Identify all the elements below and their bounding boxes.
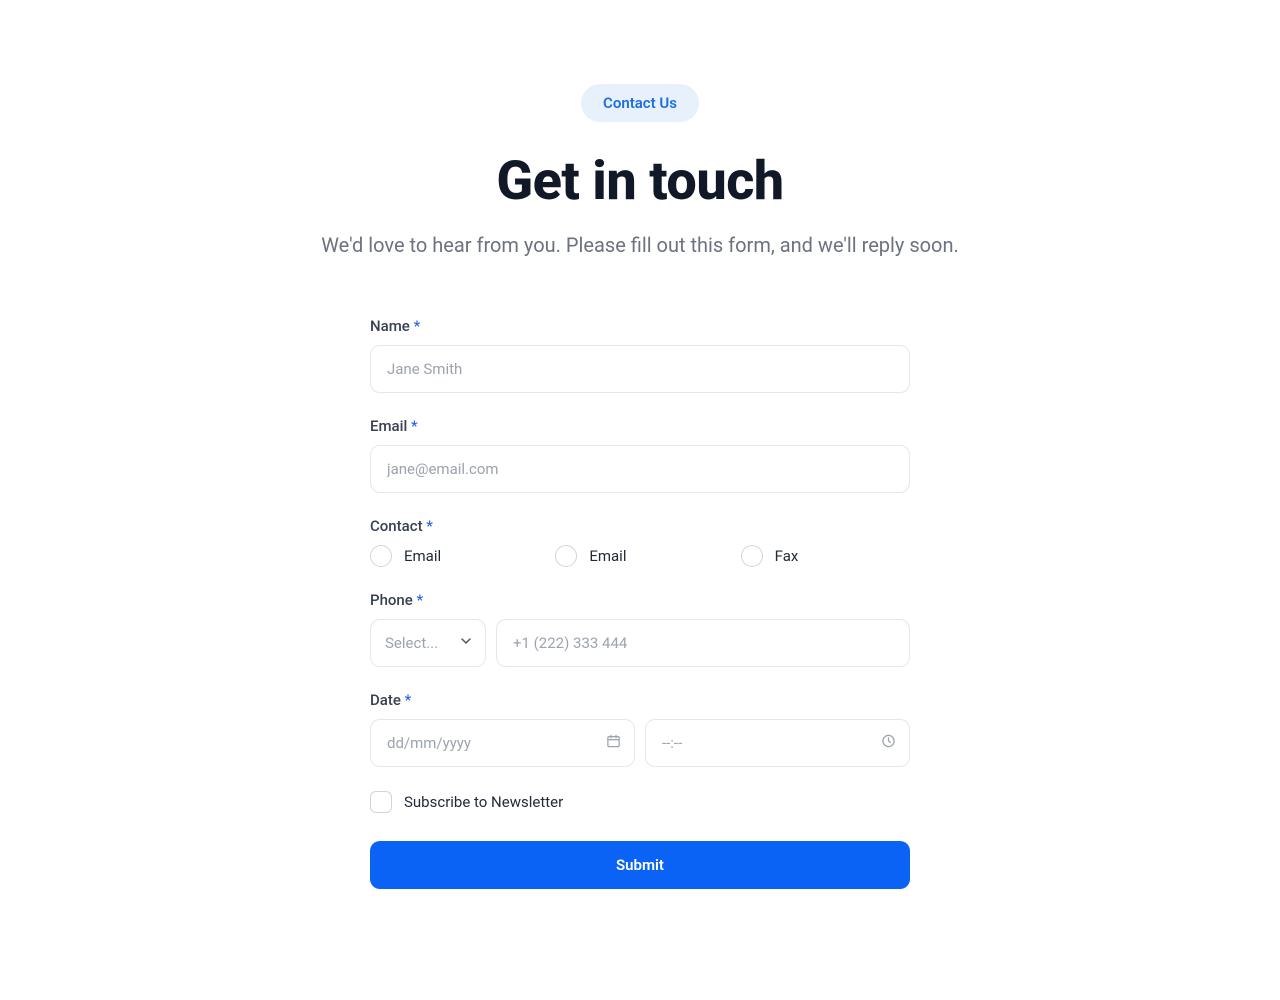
- email-label-text: Email: [370, 417, 407, 435]
- contact-option-1[interactable]: Email: [370, 545, 539, 567]
- name-label: Name *: [370, 317, 910, 335]
- name-field: Name *: [370, 317, 910, 393]
- email-input[interactable]: [370, 445, 910, 493]
- contact-form: Name * Email * Contact * Email Email: [370, 317, 910, 889]
- email-field: Email *: [370, 417, 910, 493]
- name-label-text: Name: [370, 317, 410, 335]
- newsletter-checkbox-row[interactable]: Subscribe to Newsletter: [370, 791, 910, 813]
- phone-country-select[interactable]: Select...: [370, 619, 486, 667]
- email-required: *: [411, 417, 418, 435]
- submit-button[interactable]: Submit: [370, 841, 910, 889]
- phone-required: *: [417, 591, 424, 609]
- email-label: Email *: [370, 417, 910, 435]
- name-required: *: [414, 317, 421, 335]
- page-title: Get in touch: [496, 150, 783, 213]
- time-input[interactable]: [645, 719, 910, 767]
- phone-field: Phone * Select...: [370, 591, 910, 667]
- date-input[interactable]: [370, 719, 635, 767]
- contact-option-2[interactable]: Email: [555, 545, 724, 567]
- contact-option-2-label: Email: [589, 547, 626, 565]
- date-label-text: Date: [370, 691, 401, 709]
- phone-label-text: Phone: [370, 591, 413, 609]
- contact-option-3-label: Fax: [775, 547, 799, 565]
- date-label: Date *: [370, 691, 910, 709]
- contact-radio-group: Email Email Fax: [370, 545, 910, 567]
- checkbox-icon: [370, 791, 392, 813]
- radio-icon: [370, 545, 392, 567]
- contact-option-3[interactable]: Fax: [741, 545, 910, 567]
- contact-option-1-label: Email: [404, 547, 441, 565]
- newsletter-label: Subscribe to Newsletter: [404, 793, 563, 811]
- contact-label-text: Contact: [370, 517, 423, 535]
- contact-label: Contact *: [370, 517, 910, 535]
- page-subtitle: We'd love to hear from you. Please fill …: [321, 233, 959, 257]
- name-input[interactable]: [370, 345, 910, 393]
- radio-icon: [555, 545, 577, 567]
- date-required: *: [405, 691, 412, 709]
- radio-icon: [741, 545, 763, 567]
- contact-us-pill: Contact Us: [581, 84, 699, 122]
- phone-label: Phone *: [370, 591, 910, 609]
- phone-input[interactable]: [496, 619, 910, 667]
- contact-field: Contact * Email Email Fax: [370, 517, 910, 567]
- contact-required: *: [426, 517, 433, 535]
- date-field: Date *: [370, 691, 910, 767]
